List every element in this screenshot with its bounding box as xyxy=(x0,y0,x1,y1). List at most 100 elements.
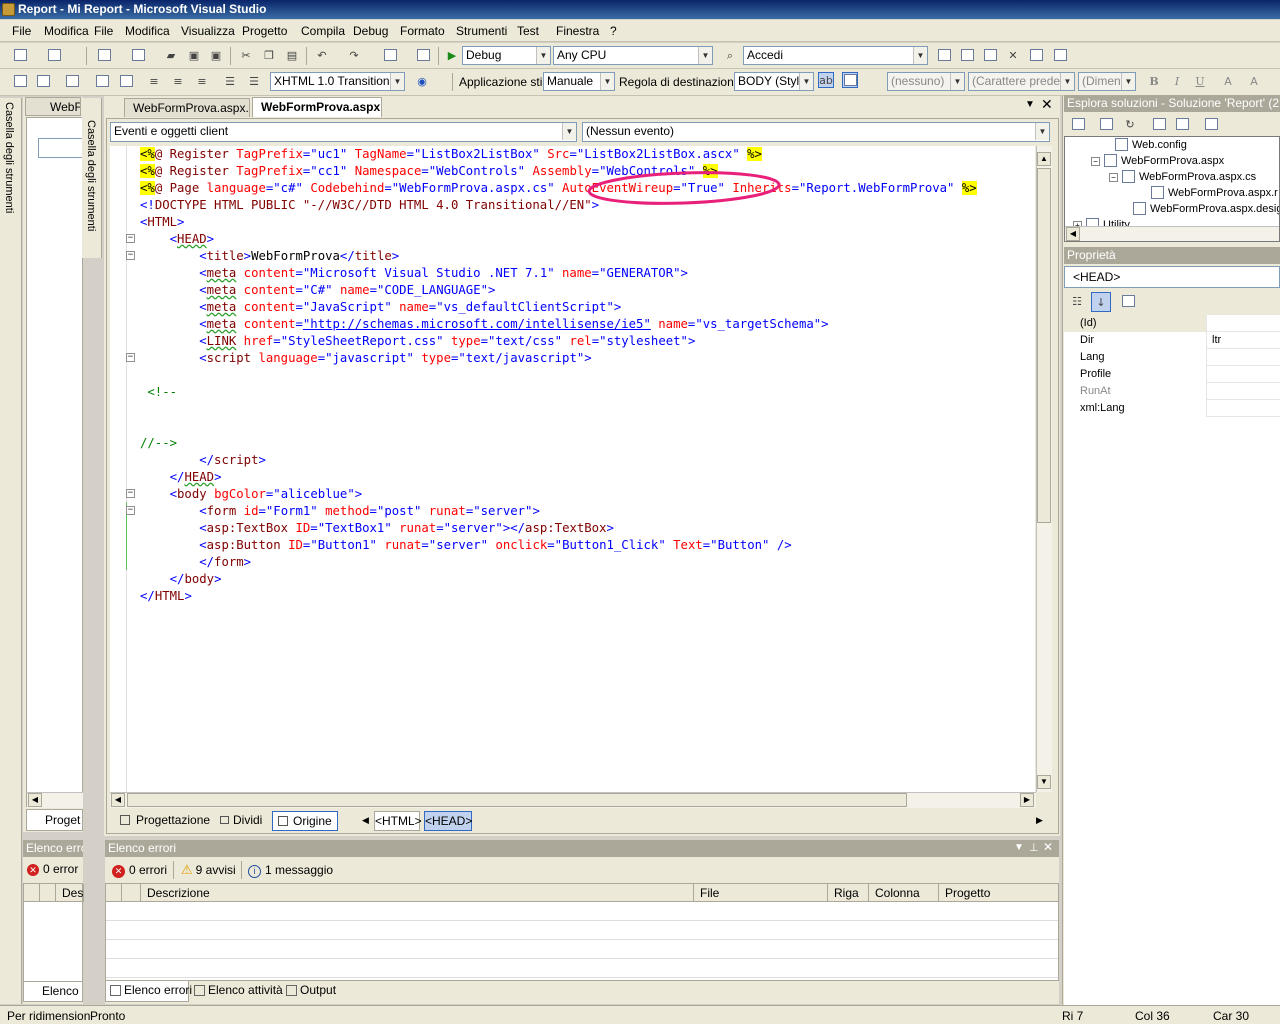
property-row[interactable]: Dir ltr xyxy=(1064,332,1280,349)
code-line[interactable]: <meta content="C#" name="CODE_LANGUAGE"> xyxy=(140,282,495,299)
solution-configuration-dropdown[interactable]: Debug ▼ xyxy=(462,46,551,65)
property-row[interactable]: xml:Lang xyxy=(1064,400,1280,417)
redo-icon[interactable]: ↷ xyxy=(346,47,362,63)
toolbox-dock-tab-2[interactable]: Casella degli strumenti xyxy=(85,120,97,231)
property-pages-icon[interactable] xyxy=(1120,293,1136,309)
scroll-thumb[interactable] xyxy=(1037,168,1051,523)
refresh-icon[interactable]: ↻ xyxy=(1122,116,1138,132)
toolbox-design-tab[interactable]: Proget xyxy=(26,809,83,831)
menu-help[interactable]: ? xyxy=(610,24,617,38)
property-row[interactable]: RunAt xyxy=(1064,383,1280,400)
align-right-icon[interactable]: ≡ xyxy=(194,73,210,89)
cut-icon[interactable]: ✂ xyxy=(238,47,254,63)
save-all-icon[interactable]: ▣ xyxy=(208,47,224,63)
save-icon[interactable]: ▣ xyxy=(186,47,202,63)
tab-webformprova-aspx-cs[interactable]: WebFormProva.aspx.cs xyxy=(124,98,250,117)
window-position-icon[interactable]: ▼ xyxy=(1025,99,1035,110)
navigate-backward-icon[interactable] xyxy=(382,47,398,63)
collapse-icon[interactable]: − xyxy=(1091,157,1100,166)
menu-file[interactable]: File xyxy=(94,24,113,38)
warnings-filter-button[interactable]: ⚠ 9 avvisi xyxy=(181,862,236,878)
menu-compila[interactable]: Compila xyxy=(301,24,345,38)
solution-explorer-icon[interactable] xyxy=(936,47,952,63)
validation-icon[interactable]: ◉ xyxy=(414,73,430,89)
add-item-icon[interactable] xyxy=(46,47,62,63)
properties-icon[interactable] xyxy=(1070,116,1086,132)
toolbox-hscroll[interactable]: ◀ xyxy=(27,792,83,808)
scroll-right-icon[interactable]: ▶ xyxy=(1020,793,1034,807)
scroll-left-icon[interactable]: ◀ xyxy=(111,793,125,807)
collapse-icon[interactable]: − xyxy=(126,489,135,498)
messages-filter-button[interactable]: i 1 messaggio xyxy=(248,862,333,878)
code-line[interactable]: <meta content="JavaScript" name="vs_defa… xyxy=(140,299,621,316)
font-name-dropdown[interactable]: (Carattere predefi ▼ xyxy=(968,72,1075,91)
find-in-files-icon[interactable]: ⌕ xyxy=(722,47,738,63)
underline-button[interactable]: U xyxy=(1192,73,1208,89)
code-line[interactable]: <title>WebFormProva</title> xyxy=(140,248,399,265)
code-line[interactable]: <meta content="Microsoft Visual Studio .… xyxy=(140,265,688,282)
copy-icon[interactable]: ❐ xyxy=(261,47,277,63)
object-browser-icon[interactable] xyxy=(982,47,998,63)
view-designer-icon[interactable] xyxy=(1174,116,1190,132)
code-line[interactable]: <asp:TextBox ID="TextBox1" runat="server… xyxy=(140,520,614,537)
start-debugging-icon[interactable]: ▶ xyxy=(444,47,460,63)
align-center-icon[interactable]: ≡ xyxy=(170,73,186,89)
property-value[interactable]: ltr xyxy=(1208,332,1221,349)
numbered-list-icon[interactable]: ☰ xyxy=(246,73,262,89)
menu-modifica-1[interactable]: Modifica xyxy=(44,24,89,38)
tag-path-head[interactable]: <HEAD> xyxy=(424,811,472,831)
target-schema-dropdown[interactable]: XHTML 1.0 Transitional (▼ xyxy=(270,72,405,91)
tab-error-list[interactable]: Elenco errori xyxy=(105,981,192,1002)
tree-item-web-config[interactable]: Web.config xyxy=(1115,137,1187,153)
code-line[interactable]: <form id="Form1" method="post" runat="se… xyxy=(140,503,540,520)
code-line[interactable]: <meta content="http://schemas.microsoft.… xyxy=(140,316,828,333)
collapse-icon[interactable]: − xyxy=(126,506,135,515)
command-window-icon[interactable] xyxy=(1052,47,1068,63)
start-page-icon[interactable] xyxy=(1028,47,1044,63)
outdent-icon[interactable] xyxy=(35,73,51,89)
font-size-dropdown[interactable]: (Dimens ▼ xyxy=(1078,72,1136,91)
toolbox-back-tab[interactable]: WebFo xyxy=(25,97,81,116)
uncomment-icon[interactable] xyxy=(94,73,110,89)
undo-icon[interactable]: ↶ xyxy=(314,47,330,63)
source-view-tab[interactable]: Origine xyxy=(272,811,338,831)
code-line[interactable]: //--> xyxy=(140,435,177,452)
copy-website-icon[interactable] xyxy=(1203,116,1219,132)
code-line[interactable]: <%@ Page language="c#" Codebehind="WebFo… xyxy=(140,180,977,197)
error-list-small-tab[interactable]: Elenco e xyxy=(23,981,83,1002)
collapse-icon[interactable]: − xyxy=(1109,173,1118,182)
menu-progetto[interactable]: Progetto xyxy=(242,24,287,38)
code-line[interactable]: <script language="javascript" type="text… xyxy=(140,350,591,367)
tree-item-aspx[interactable]: − WebFormProva.aspx xyxy=(1091,153,1224,169)
errors-filter-button[interactable]: ✕ 0 errori xyxy=(112,862,167,878)
menu-modifica[interactable]: Modifica xyxy=(125,24,170,38)
comment-icon[interactable] xyxy=(64,73,80,89)
col-header-file[interactable]: File xyxy=(694,884,828,902)
toolbox-icon[interactable]: ✕ xyxy=(1005,47,1021,63)
col-header-line[interactable]: Riga xyxy=(828,884,869,902)
code-line[interactable]: </body> xyxy=(140,571,222,588)
solution-tree-hscroll[interactable]: ◀ xyxy=(1065,226,1279,241)
toolbox-input[interactable] xyxy=(38,138,84,158)
tag-nav-right-icon[interactable]: ▶ xyxy=(1036,815,1043,826)
code-line[interactable]: </script> xyxy=(140,452,266,469)
code-line[interactable]: <!-- xyxy=(140,384,177,401)
view-code-icon[interactable] xyxy=(1151,116,1167,132)
menu-debug[interactable]: Debug xyxy=(353,24,388,38)
target-rule-dropdown[interactable]: BODY (StyleS ▼ xyxy=(734,72,814,91)
menu-file-1[interactable]: File xyxy=(12,24,31,38)
code-line[interactable]: <HTML> xyxy=(140,214,184,231)
menu-strumenti[interactable]: Strumenti xyxy=(456,24,507,38)
style-application-icon[interactable]: ab xyxy=(818,72,834,88)
property-row[interactable]: Profile xyxy=(1064,366,1280,383)
categorized-icon[interactable]: ☷ xyxy=(1069,293,1085,309)
scroll-thumb[interactable] xyxy=(127,793,907,807)
editor-vscroll[interactable]: ▲ ▼ xyxy=(1036,146,1052,792)
reuse-style-icon[interactable] xyxy=(842,72,858,88)
tag-nav-left-icon[interactable]: ◀ xyxy=(362,815,369,826)
errors-filter-small[interactable]: ✕ 0 error xyxy=(27,861,83,877)
scroll-up-icon[interactable]: ▲ xyxy=(1037,152,1051,166)
code-editor[interactable]: <%@ Register TagPrefix="uc1" TagName="Li… xyxy=(127,146,1035,792)
scroll-left-icon[interactable]: ◀ xyxy=(1066,227,1080,241)
code-line[interactable]: </form> xyxy=(140,554,251,571)
